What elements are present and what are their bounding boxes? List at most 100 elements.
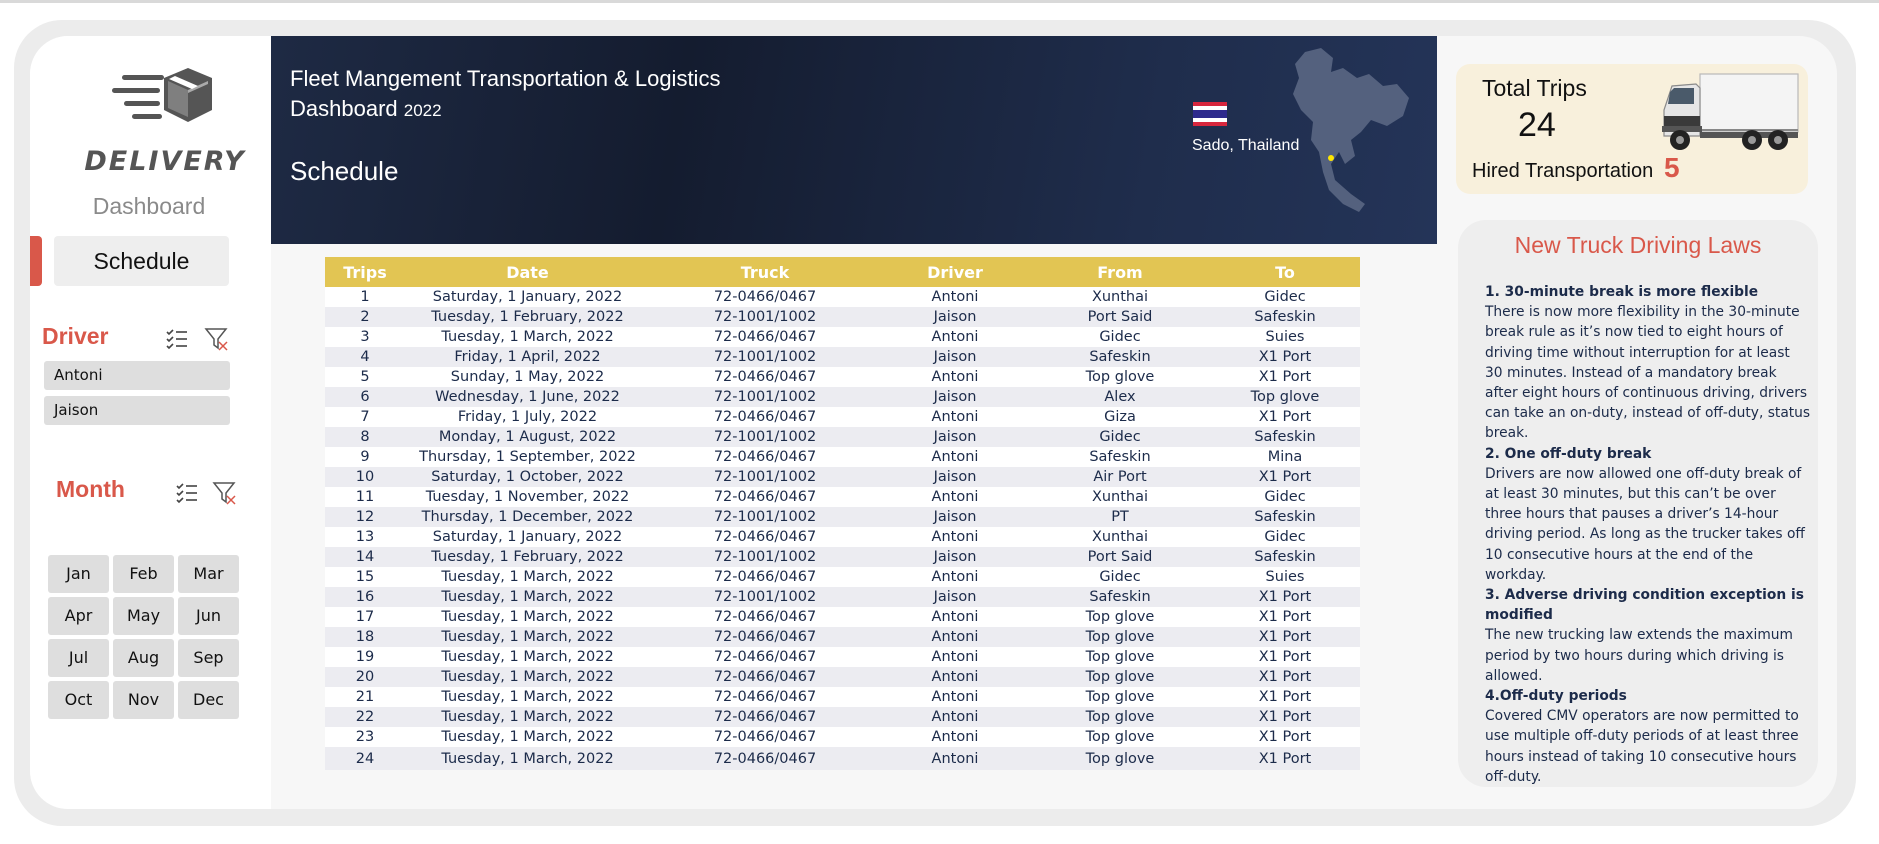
table-row[interactable]: 13 Saturday, 1 January, 2022 72-0466/0467 A… xyxy=(325,527,1360,547)
trip-number-cell: 22 xyxy=(325,707,405,727)
table-row[interactable]: 24 Tuesday, 1 March, 2022 72-0466/0467 Anto… xyxy=(325,747,1360,770)
table-row[interactable]: 20 Tuesday, 1 March, 2022 72-0466/0467 Anto… xyxy=(325,667,1360,687)
from-cell: Top glove xyxy=(1030,667,1210,687)
driver-cell: Jaison xyxy=(880,427,1030,447)
nav-schedule[interactable]: Schedule xyxy=(54,236,229,286)
table-row[interactable]: 4 Friday, 1 April, 2022 72-1001/1002 Jaison… xyxy=(325,347,1360,367)
clear-filter-icon[interactable] xyxy=(212,480,238,506)
table-row[interactable]: 6 Wednesday, 1 June, 2022 72-1001/1002 Jais… xyxy=(325,387,1360,407)
to-cell: Suies xyxy=(1210,327,1360,347)
truck-laws-card: New Truck Driving Laws 1. 30-minute brea… xyxy=(1458,220,1818,787)
column-header[interactable]: Driver xyxy=(880,257,1030,287)
column-header[interactable]: To xyxy=(1210,257,1360,287)
from-cell: Gidec xyxy=(1030,427,1210,447)
table-row[interactable]: 16 Tuesday, 1 March, 2022 72-1001/1002 Jais… xyxy=(325,587,1360,607)
driver-cell: Antoni xyxy=(880,667,1030,687)
trip-number-cell: 23 xyxy=(325,727,405,747)
month-option-jul[interactable]: Jul xyxy=(48,639,109,677)
clear-filter-icon[interactable] xyxy=(204,326,230,352)
table-row[interactable]: 1 Saturday, 1 January, 2022 72-0466/0467 An… xyxy=(325,287,1360,307)
from-cell: Top glove xyxy=(1030,607,1210,627)
column-header[interactable]: From xyxy=(1030,257,1210,287)
table-row[interactable]: 23 Tuesday, 1 March, 2022 72-0466/0467 Anto… xyxy=(325,727,1360,747)
to-cell: X1 Port xyxy=(1210,687,1360,707)
total-trips-label: Total Trips xyxy=(1482,75,1587,101)
schedule-table-container: Trips Date Truck Driver From To 1 Saturda… xyxy=(325,257,1360,770)
date-cell: Tuesday, 1 March, 2022 xyxy=(405,667,650,687)
sidebar: DELIVERY Dashboard Schedule Driver Anton… xyxy=(30,36,271,809)
table-row[interactable]: 2 Tuesday, 1 February, 2022 72-1001/1002 Ja… xyxy=(325,307,1360,327)
truck-cell: 72-1001/1002 xyxy=(650,587,880,607)
date-cell: Tuesday, 1 February, 2022 xyxy=(405,547,650,567)
multi-select-icon[interactable] xyxy=(174,480,200,506)
table-body: 1 Saturday, 1 January, 2022 72-0466/0467 An… xyxy=(325,287,1360,770)
month-option-jun[interactable]: Jun xyxy=(178,597,239,635)
month-option-oct[interactable]: Oct xyxy=(48,681,109,719)
truck-cell: 72-1001/1002 xyxy=(650,547,880,567)
month-option-mar[interactable]: Mar xyxy=(178,555,239,593)
from-cell: Top glove xyxy=(1030,647,1210,667)
total-trips-card: Total Trips 24 Hired Transportation 5 xyxy=(1456,64,1808,194)
table-row[interactable]: 18 Tuesday, 1 March, 2022 72-0466/0467 Anto… xyxy=(325,627,1360,647)
table-row[interactable]: 9 Thursday, 1 September, 2022 72-0466/0467… xyxy=(325,447,1360,467)
to-cell: Safeskin xyxy=(1210,507,1360,527)
column-header[interactable]: Truck xyxy=(650,257,880,287)
table-row[interactable]: 15 Tuesday, 1 March, 2022 72-0466/0467 Anto… xyxy=(325,567,1360,587)
truck-cell: 72-0466/0467 xyxy=(650,627,880,647)
table-row[interactable]: 19 Tuesday, 1 March, 2022 72-0466/0467 Anto… xyxy=(325,647,1360,667)
month-option-dec[interactable]: Dec xyxy=(178,681,239,719)
driver-cell: Antoni xyxy=(880,327,1030,347)
driver-cell: Antoni xyxy=(880,647,1030,667)
hired-transportation-value: 5 xyxy=(1664,152,1680,183)
table-row[interactable]: 3 Tuesday, 1 March, 2022 72-0466/0467 Anton… xyxy=(325,327,1360,347)
to-cell: Mina xyxy=(1210,447,1360,467)
from-cell: Top glove xyxy=(1030,627,1210,647)
law-heading: 1. 30-minute break is more flexible xyxy=(1485,284,1759,300)
column-header[interactable]: Date xyxy=(405,257,650,287)
driver-cell: Jaison xyxy=(880,307,1030,327)
dashboard-frame: DELIVERY Dashboard Schedule Driver Anton… xyxy=(30,36,1837,809)
month-option-may[interactable]: May xyxy=(113,597,174,635)
to-cell: Top glove xyxy=(1210,387,1360,407)
driver-option-antoni[interactable]: Antoni xyxy=(44,361,230,390)
table-row[interactable]: 8 Monday, 1 August, 2022 72-1001/1002 Jaiso… xyxy=(325,427,1360,447)
total-trips-value: 24 xyxy=(1518,106,1556,144)
month-option-feb[interactable]: Feb xyxy=(113,555,174,593)
dashboard-subtitle: Dashboard 2022 xyxy=(290,96,442,122)
law-text: The new trucking law extends the maximum… xyxy=(1485,627,1793,684)
table-row[interactable]: 7 Friday, 1 July, 2022 72-0466/0467 Antoni G… xyxy=(325,407,1360,427)
month-option-sep[interactable]: Sep xyxy=(178,639,239,677)
nav-dashboard[interactable]: Dashboard xyxy=(54,186,244,226)
date-cell: Thursday, 1 December, 2022 xyxy=(405,507,650,527)
from-cell: Top glove xyxy=(1030,727,1210,747)
trip-number-cell: 16 xyxy=(325,587,405,607)
trip-number-cell: 20 xyxy=(325,667,405,687)
truck-cell: 72-0466/0467 xyxy=(650,667,880,687)
truck-cell: 72-0466/0467 xyxy=(650,647,880,667)
month-option-nov[interactable]: Nov xyxy=(113,681,174,719)
from-cell: Gidec xyxy=(1030,327,1210,347)
to-cell: Suies xyxy=(1210,567,1360,587)
table-row[interactable]: 22 Tuesday, 1 March, 2022 72-0466/0467 Anto… xyxy=(325,707,1360,727)
table-row[interactable]: 17 Tuesday, 1 March, 2022 72-0466/0467 Anto… xyxy=(325,607,1360,627)
trip-number-cell: 5 xyxy=(325,367,405,387)
driver-cell: Antoni xyxy=(880,627,1030,647)
table-row[interactable]: 21 Tuesday, 1 March, 2022 72-0466/0467 Anto… xyxy=(325,687,1360,707)
multi-select-icon[interactable] xyxy=(164,326,190,352)
date-cell: Tuesday, 1 March, 2022 xyxy=(405,687,650,707)
table-row[interactable]: 10 Saturday, 1 October, 2022 72-1001/1002 J… xyxy=(325,467,1360,487)
from-cell: Top glove xyxy=(1030,707,1210,727)
month-option-aug[interactable]: Aug xyxy=(113,639,174,677)
column-header[interactable]: Trips xyxy=(325,257,405,287)
table-row[interactable]: 11 Tuesday, 1 November, 2022 72-0466/0467 A… xyxy=(325,487,1360,507)
month-option-apr[interactable]: Apr xyxy=(48,597,109,635)
law-heading: 2. One off-duty break xyxy=(1485,445,1652,462)
table-row[interactable]: 12 Thursday, 1 December, 2022 72-1001/1002… xyxy=(325,507,1360,527)
trip-number-cell: 15 xyxy=(325,567,405,587)
driver-option-jaison[interactable]: Jaison xyxy=(44,396,230,425)
table-row[interactable]: 5 Sunday, 1 May, 2022 72-0466/0467 Antoni To… xyxy=(325,367,1360,387)
from-cell: PT xyxy=(1030,507,1210,527)
month-option-jan[interactable]: Jan xyxy=(48,555,109,593)
table-row[interactable]: 14 Tuesday, 1 February, 2022 72-1001/1002 J… xyxy=(325,547,1360,567)
truck-cell: 72-1001/1002 xyxy=(650,347,880,367)
